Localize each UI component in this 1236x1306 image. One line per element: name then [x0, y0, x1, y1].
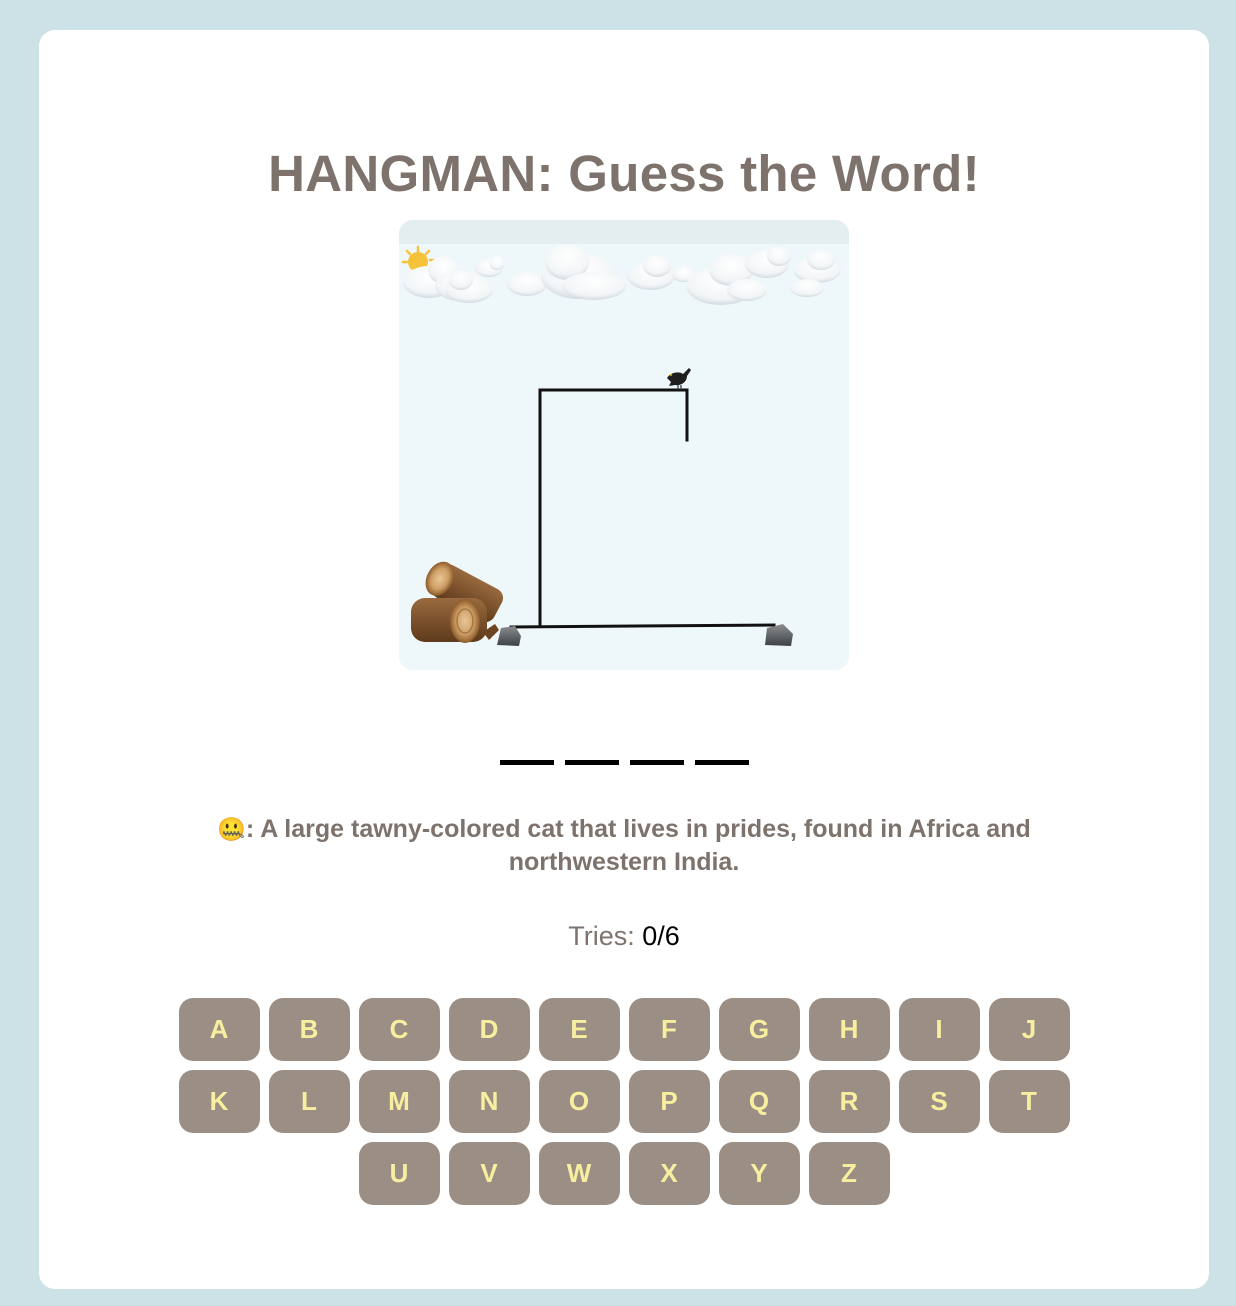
page-title: HANGMAN: Guess the Word! — [268, 145, 980, 202]
tries-label: Tries: — [568, 921, 643, 951]
key-y[interactable]: Y — [718, 1142, 800, 1205]
letter-slot — [629, 740, 684, 765]
key-e[interactable]: E — [538, 998, 620, 1061]
key-c[interactable]: C — [358, 998, 440, 1061]
game-card: HANGMAN: Guess the Word! 🤐: A large tawn… — [39, 30, 1209, 1289]
key-h[interactable]: H — [808, 998, 890, 1061]
cloud-icon — [403, 244, 841, 305]
keyboard-row: U V W X Y Z — [39, 1142, 1209, 1205]
key-n[interactable]: N — [448, 1070, 530, 1133]
key-m[interactable]: M — [358, 1070, 440, 1133]
key-o[interactable]: O — [538, 1070, 620, 1133]
key-v[interactable]: V — [448, 1142, 530, 1205]
key-d[interactable]: D — [448, 998, 530, 1061]
key-l[interactable]: L — [268, 1070, 350, 1133]
key-a[interactable]: A — [178, 998, 260, 1061]
keyboard-row: K L M N O P Q R S T — [39, 1070, 1209, 1133]
gallows — [509, 388, 776, 629]
key-g[interactable]: G — [718, 998, 800, 1061]
hint-label: : A large tawny-colored cat that lives i… — [245, 815, 1031, 876]
key-j[interactable]: J — [988, 998, 1070, 1061]
letter-keyboard: A B C D E F G H I J K L M N O P Q R S T … — [39, 998, 1209, 1214]
bird-icon — [667, 368, 691, 390]
key-w[interactable]: W — [538, 1142, 620, 1205]
letter-slot — [499, 740, 554, 765]
key-f[interactable]: F — [628, 998, 710, 1061]
key-p[interactable]: P — [628, 1070, 710, 1133]
key-s[interactable]: S — [898, 1070, 980, 1133]
key-q[interactable]: Q — [718, 1070, 800, 1133]
tries-counter: Tries: 0/6 — [39, 921, 1209, 952]
key-z[interactable]: Z — [808, 1142, 890, 1205]
hangman-drawing — [399, 220, 849, 646]
word-display — [39, 740, 1209, 765]
key-x[interactable]: X — [628, 1142, 710, 1205]
keyboard-row: A B C D E F G H I J — [39, 998, 1209, 1061]
tries-value: 0/6 — [642, 921, 680, 951]
letter-slot — [694, 740, 749, 765]
key-t[interactable]: T — [988, 1070, 1070, 1133]
hangman-scene — [399, 220, 849, 670]
sky-band — [399, 220, 849, 244]
zipper-mouth-icon: 🤐 — [217, 816, 246, 842]
key-i[interactable]: I — [898, 998, 980, 1061]
key-r[interactable]: R — [808, 1070, 890, 1133]
key-k[interactable]: K — [178, 1070, 260, 1133]
hint-text: 🤐: A large tawny-colored cat that lives … — [169, 813, 1079, 879]
logs-icon — [411, 561, 504, 643]
letter-slot — [564, 740, 619, 765]
key-b[interactable]: B — [268, 998, 350, 1061]
key-u[interactable]: U — [358, 1142, 440, 1205]
